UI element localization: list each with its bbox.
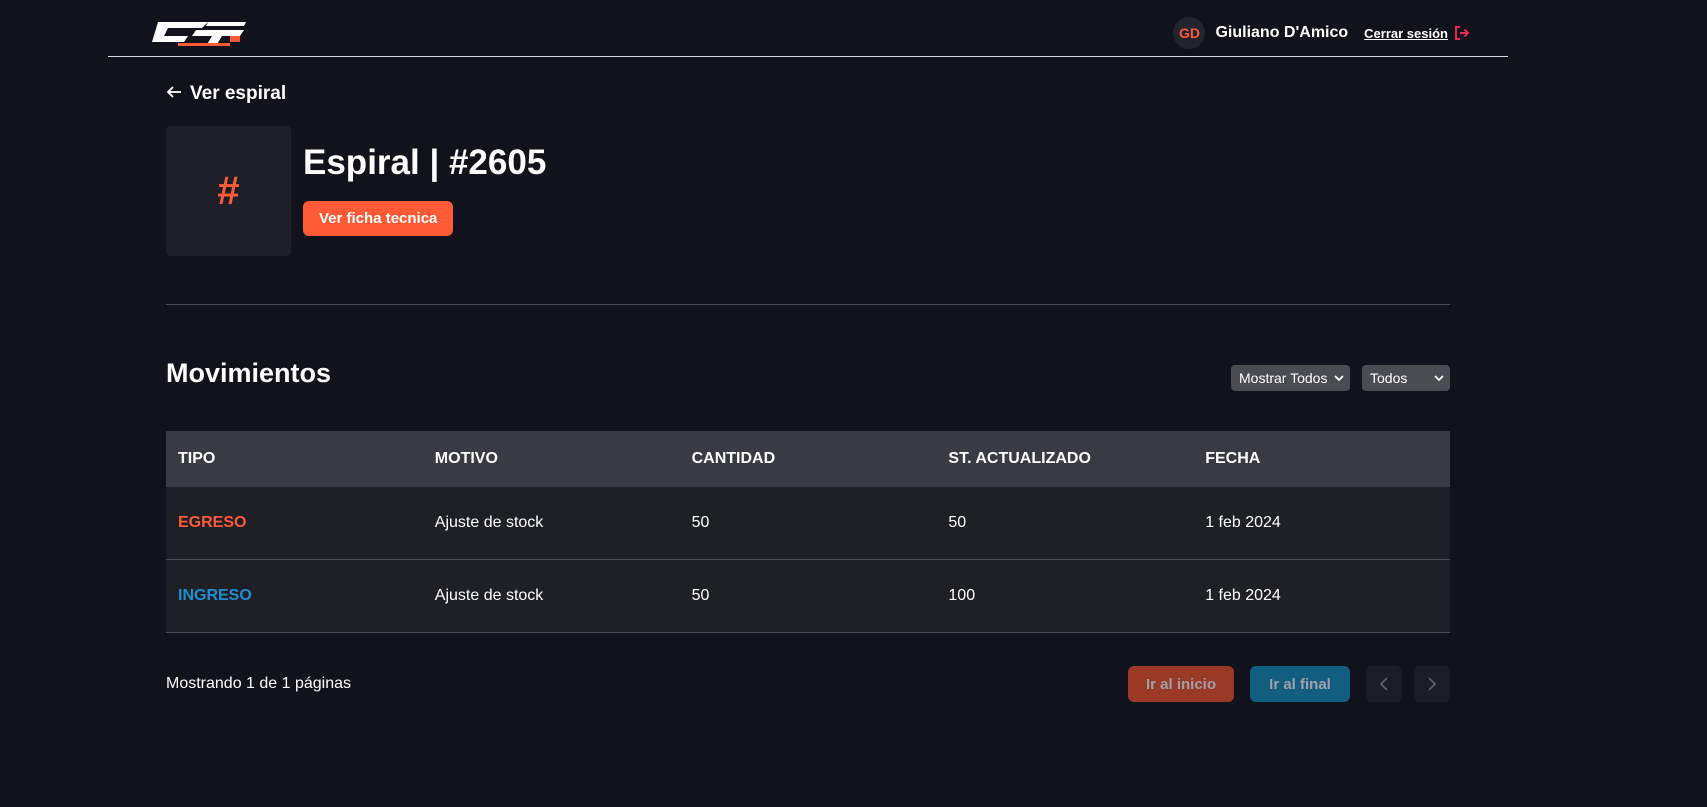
prev-page-button[interactable] <box>1366 666 1402 702</box>
user-menu: GD Giuliano D'Amico Cerrar sesión <box>1173 16 1470 50</box>
cell-fecha: 1 feb 2024 <box>1205 587 1281 604</box>
pagination-controls: Ir al inicio Ir al final <box>1128 666 1450 702</box>
chevron-right-icon <box>1427 676 1437 692</box>
section-divider <box>166 304 1450 305</box>
column-header-tipo[interactable]: TIPO <box>166 450 423 468</box>
back-link-label: Ver espiral <box>190 83 287 104</box>
next-page-button[interactable] <box>1414 666 1450 702</box>
go-first-button[interactable]: Ir al inicio <box>1128 666 1234 702</box>
cell-motivo: Ajuste de stock <box>434 587 544 604</box>
type-filter-value: Todos <box>1370 370 1408 386</box>
cell-tipo: EGRESO <box>178 514 247 531</box>
product-thumbnail: # <box>166 126 291 256</box>
cell-cantidad: 50 <box>691 587 710 604</box>
type-filter-select[interactable]: Todos <box>1362 365 1450 391</box>
avatar[interactable]: GD <box>1173 17 1206 49</box>
column-header-stock[interactable]: ST. ACTUALIZADO <box>936 450 1193 468</box>
brand-logo[interactable] <box>148 16 248 48</box>
movements-table: TIPO MOTIVO CANTIDAD ST. ACTUALIZADO FEC… <box>166 431 1450 633</box>
cell-fecha: 1 feb 2024 <box>1205 514 1281 531</box>
back-link[interactable]: Ver espiral <box>166 83 286 105</box>
tech-sheet-button[interactable]: Ver ficha tecnica <box>303 201 454 236</box>
table-row[interactable]: EGRESO Ajuste de stock 50 50 1 feb 2024 <box>166 487 1450 560</box>
go-last-button[interactable]: Ir al final <box>1250 666 1350 702</box>
cell-stock: 100 <box>948 587 976 604</box>
page-arrows <box>1366 666 1450 702</box>
chevron-down-icon <box>1334 374 1344 382</box>
top-navbar: GD Giuliano D'Amico Cerrar sesión <box>108 0 1508 57</box>
user-name: Giuliano D'Amico <box>1215 24 1349 41</box>
logout-link[interactable]: Cerrar sesión <box>1364 25 1470 41</box>
column-header-cantidad[interactable]: CANTIDAD <box>680 450 937 468</box>
movements-title: Movimientos <box>166 358 332 388</box>
column-header-motivo[interactable]: MOTIVO <box>423 450 680 468</box>
arrow-left-icon <box>166 83 182 105</box>
show-filter-value: Mostrar Todos <box>1239 370 1328 386</box>
chevron-left-icon <box>1379 676 1389 692</box>
movement-filters: Mostrar Todos Todos <box>1231 365 1450 391</box>
table-header: TIPO MOTIVO CANTIDAD ST. ACTUALIZADO FEC… <box>166 431 1450 487</box>
table-row[interactable]: INGRESO Ajuste de stock 50 100 1 feb 202… <box>166 560 1450 633</box>
cell-stock: 50 <box>948 514 967 531</box>
cell-tipo: INGRESO <box>178 587 252 604</box>
show-filter-select[interactable]: Mostrar Todos <box>1231 365 1350 391</box>
hash-icon: # <box>217 168 240 213</box>
cell-cantidad: 50 <box>691 514 710 531</box>
chevron-down-icon <box>1434 374 1444 382</box>
logout-icon <box>1454 25 1470 41</box>
cell-motivo: Ajuste de stock <box>434 514 544 531</box>
page-title: Espiral | #2605 <box>303 143 547 182</box>
logout-label: Cerrar sesión <box>1364 25 1448 41</box>
pagination-status: Mostrando 1 de 1 páginas <box>166 675 352 692</box>
column-header-fecha[interactable]: FECHA <box>1193 450 1450 468</box>
